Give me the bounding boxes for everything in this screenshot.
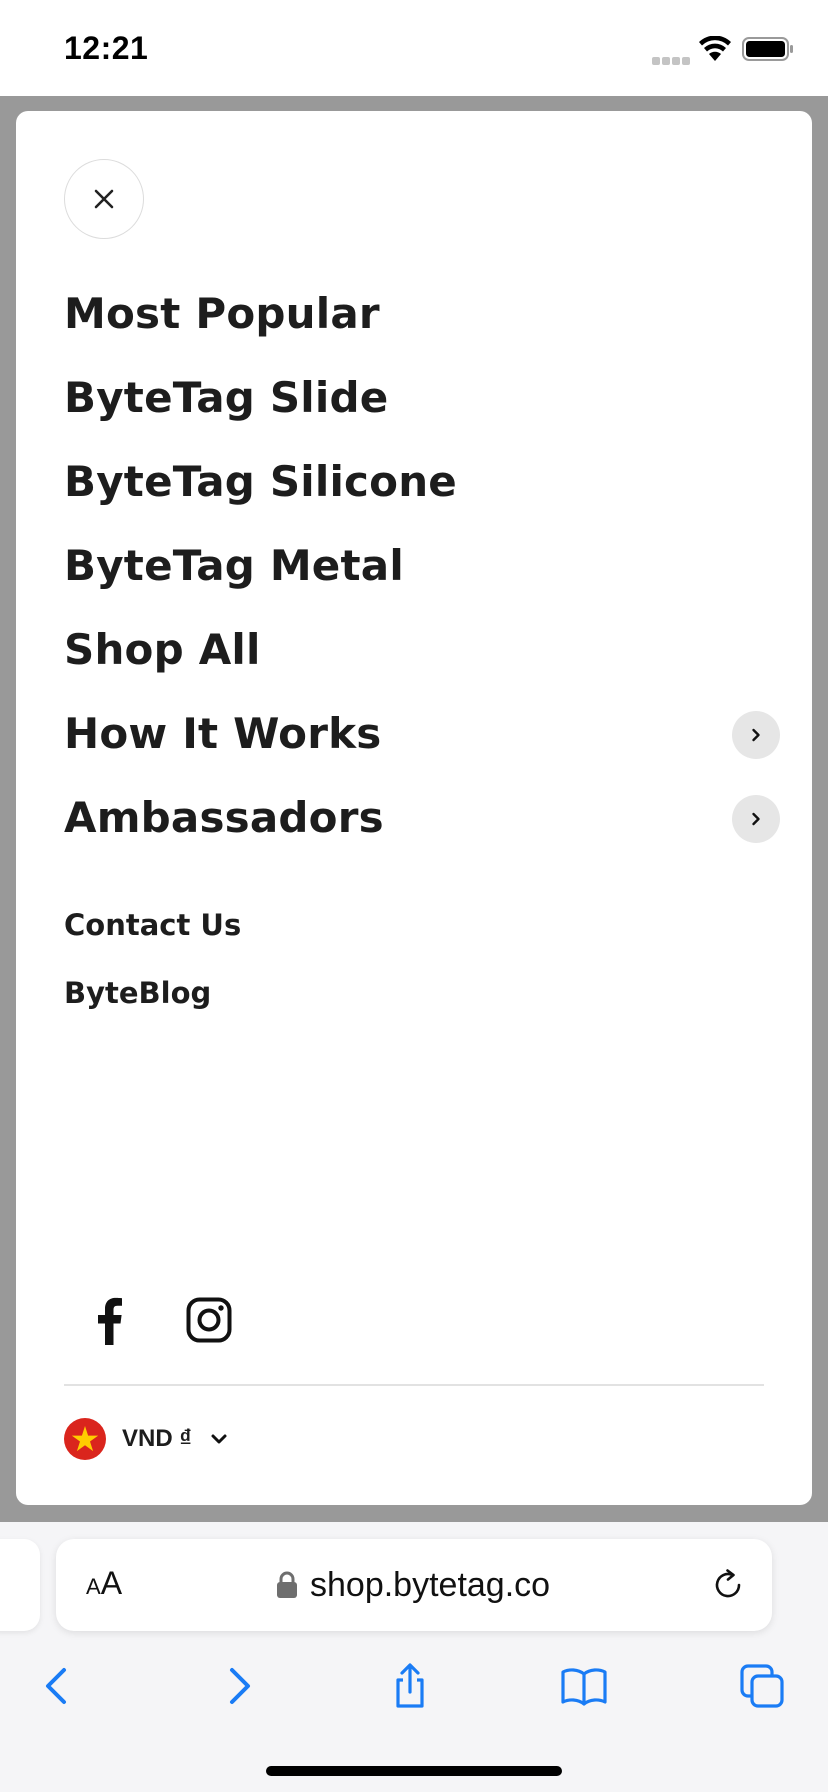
navigation-drawer: Most Popular ByteTag Slide ByteTag Silic… xyxy=(16,111,812,1505)
nav-item-label: ByteBlog xyxy=(64,976,212,1010)
browser-chrome: AA shop.bytetag.co xyxy=(0,1522,828,1792)
lock-icon xyxy=(277,1571,297,1598)
main-nav: Most Popular ByteTag Slide ByteTag Silic… xyxy=(64,271,780,859)
status-bar: 12:21 xyxy=(0,0,828,96)
vietnam-flag-icon xyxy=(64,1418,106,1460)
status-time: 12:21 xyxy=(64,30,149,66)
nav-item-bytetag-slide[interactable]: ByteTag Slide xyxy=(64,355,780,439)
divider xyxy=(64,1384,764,1386)
submenu-arrow-button[interactable] xyxy=(732,711,780,759)
currency-selector[interactable]: VND ₫ xyxy=(64,1417,230,1461)
cellular-signal-icon xyxy=(652,52,692,65)
nav-item-label: How It Works xyxy=(64,708,382,758)
back-button[interactable] xyxy=(32,1660,84,1712)
nav-item-contact-us[interactable]: Contact Us xyxy=(64,891,780,959)
nav-item-label: Most Popular xyxy=(64,288,380,338)
facebook-icon[interactable] xyxy=(94,1297,124,1345)
tabs-icon xyxy=(740,1664,784,1708)
instagram-icon[interactable] xyxy=(186,1297,232,1343)
bookmarks-icon xyxy=(561,1668,607,1706)
chevron-right-icon xyxy=(752,812,760,826)
nav-item-label: Shop All xyxy=(64,624,261,674)
nav-item-label: Contact Us xyxy=(64,908,242,942)
chevron-right-icon xyxy=(752,728,760,742)
nav-item-bytetag-metal[interactable]: ByteTag Metal xyxy=(64,523,780,607)
share-button[interactable] xyxy=(384,1660,436,1712)
nav-item-ambassadors[interactable]: Ambassadors xyxy=(64,775,780,859)
url-display[interactable]: shop.bytetag.co xyxy=(276,1561,550,1609)
back-icon xyxy=(46,1668,66,1704)
url-text: shop.bytetag.co xyxy=(310,1565,551,1604)
wifi-icon xyxy=(699,36,731,61)
address-bar[interactable]: AA shop.bytetag.co xyxy=(56,1539,772,1631)
close-button[interactable] xyxy=(64,159,144,239)
reload-icon[interactable] xyxy=(710,1567,746,1603)
battery-icon xyxy=(742,37,793,61)
nav-item-shop-all[interactable]: Shop All xyxy=(64,607,780,691)
chevron-down-icon xyxy=(211,1434,227,1444)
previous-tab-preview[interactable] xyxy=(0,1539,40,1631)
forward-button[interactable] xyxy=(212,1660,264,1712)
currency-label: VND ₫ xyxy=(122,1425,192,1452)
text-size-large-label: A xyxy=(100,1565,123,1601)
browser-toolbar xyxy=(0,1652,828,1722)
close-icon xyxy=(94,189,114,209)
tabs-button[interactable] xyxy=(736,1660,788,1712)
text-size-small-label: A xyxy=(86,1574,101,1599)
nav-item-bytetag-silicone[interactable]: ByteTag Silicone xyxy=(64,439,780,523)
nav-item-most-popular[interactable]: Most Popular xyxy=(64,271,780,355)
home-indicator xyxy=(266,1766,562,1776)
submenu-arrow-button[interactable] xyxy=(732,795,780,843)
bookmarks-button[interactable] xyxy=(558,1660,610,1712)
secondary-nav: Contact Us ByteBlog xyxy=(64,891,780,1027)
nav-item-label: ByteTag Slide xyxy=(64,372,389,422)
share-icon xyxy=(396,1663,424,1708)
nav-item-label: ByteTag Silicone xyxy=(64,456,457,506)
nav-item-label: ByteTag Metal xyxy=(64,540,404,590)
text-size-button[interactable]: AA xyxy=(86,1565,122,1602)
forward-icon xyxy=(230,1668,250,1704)
nav-item-label: Ambassadors xyxy=(64,792,384,842)
nav-item-how-it-works[interactable]: How It Works xyxy=(64,691,780,775)
nav-item-byteblog[interactable]: ByteBlog xyxy=(64,959,780,1027)
